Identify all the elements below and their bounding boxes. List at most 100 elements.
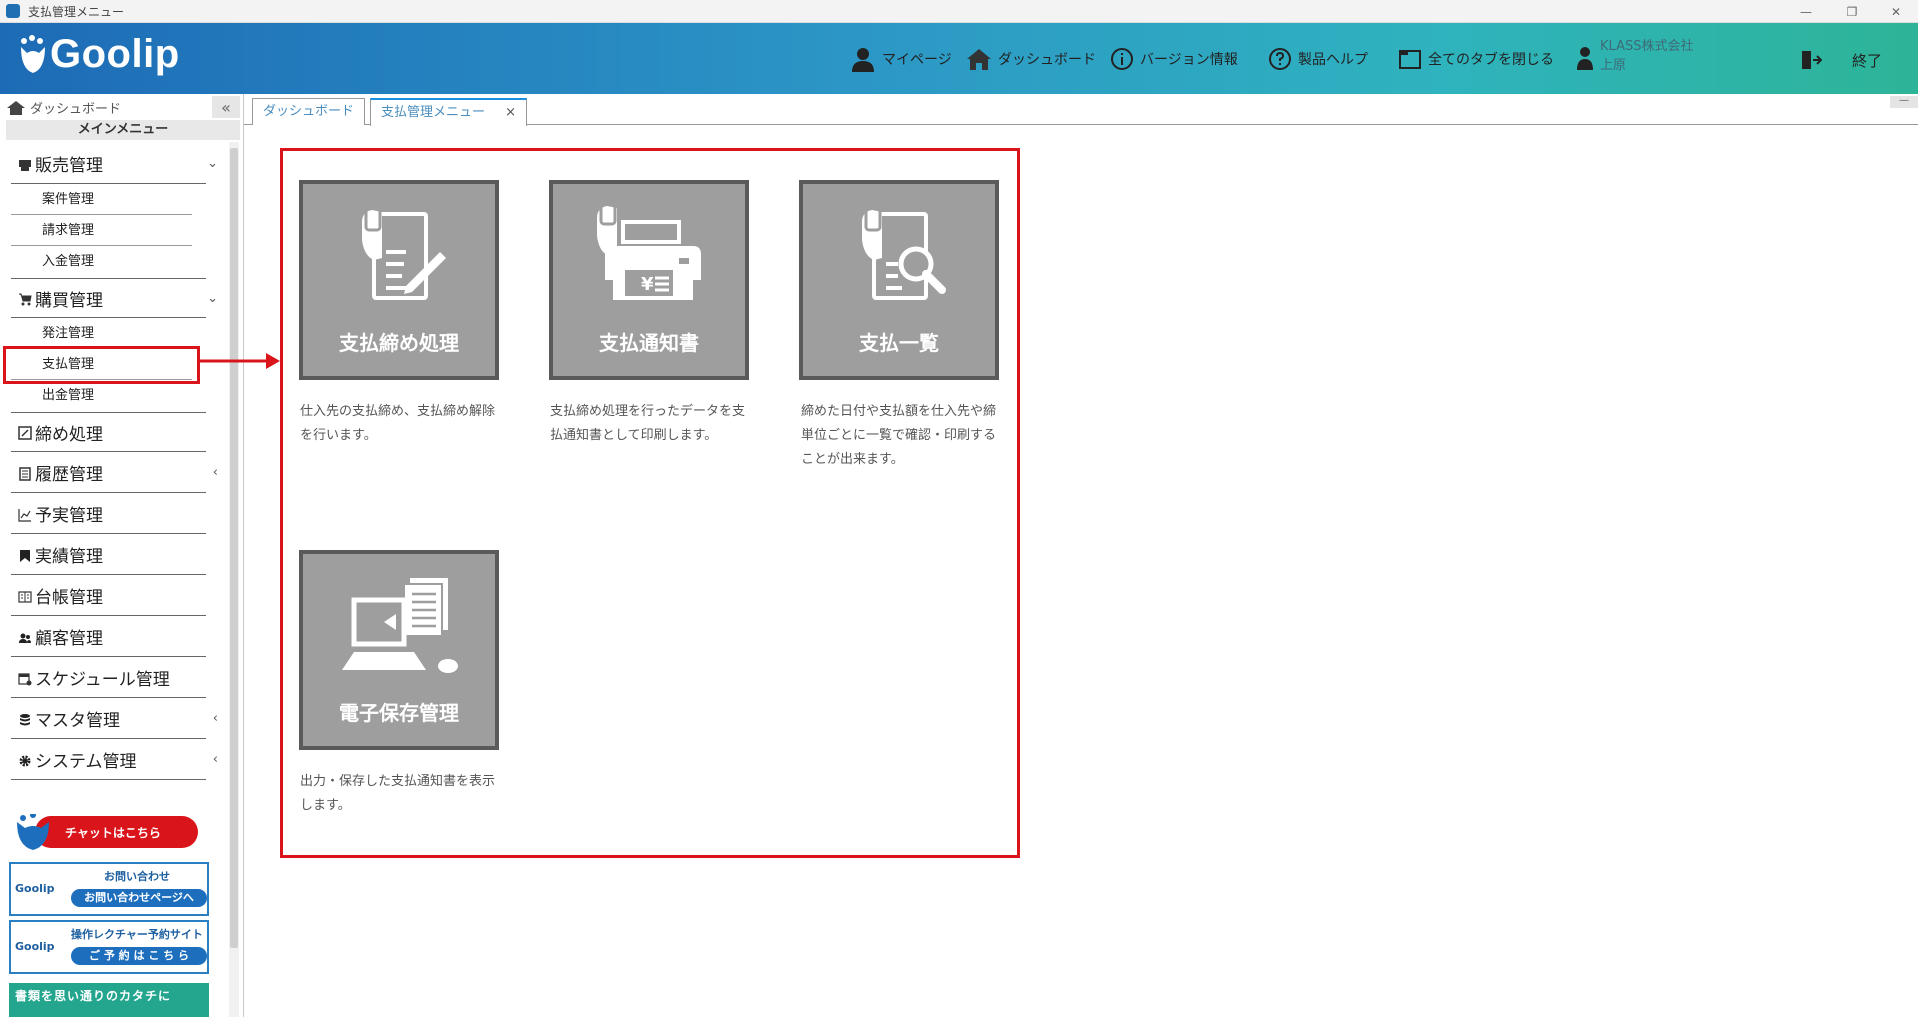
tab-dashboard-label: ダッシュボード bbox=[263, 104, 355, 119]
sidebar-item-project[interactable]: 案件管理 bbox=[11, 184, 192, 215]
sidebar-group-customer[interactable]: 顧客管理 bbox=[11, 617, 206, 657]
tab-dashboard[interactable]: ダッシュボード bbox=[252, 98, 366, 125]
design-banner-text: 書類を思い通りのカタチに bbox=[15, 989, 172, 1003]
tab-payment-menu-label: 支払管理メニュー bbox=[381, 105, 486, 120]
tile-description: 締めた日付や支払額を仕入先や締単位ごとに一覧で確認・印刷することが出来ます。 bbox=[801, 404, 997, 467]
tab-close-icon[interactable]: × bbox=[505, 105, 516, 120]
cart-icon bbox=[18, 291, 32, 306]
tile-description: 仕入先の支払締め、支払締め解除を行います。 bbox=[300, 404, 496, 443]
tile-label: 支払一覧 bbox=[859, 331, 939, 355]
sidebar-group-purchase[interactable]: 購買管理 ⌄ bbox=[11, 278, 218, 318]
sidebar-group-label: 顧客管理 bbox=[35, 629, 103, 649]
exit-label: 終了 bbox=[1852, 51, 1883, 70]
gear-icon bbox=[18, 753, 32, 767]
help-icon bbox=[1269, 48, 1291, 70]
account-icon bbox=[1577, 47, 1593, 70]
nav-mypage[interactable]: マイページ bbox=[850, 43, 952, 75]
window-close-button[interactable]: ✕ bbox=[1874, 0, 1918, 23]
sidebar-group-label: システム管理 bbox=[35, 752, 137, 772]
chart-icon bbox=[18, 507, 32, 522]
nav-help[interactable]: 製品ヘルプ bbox=[1268, 43, 1368, 75]
window-titlebar: 支払管理メニュー — ❐ ✕ bbox=[0, 0, 1918, 23]
sidebar-item-withdrawal[interactable]: 出金管理 bbox=[11, 380, 192, 411]
restore-button[interactable]: ❐ bbox=[1830, 0, 1874, 23]
sidebar-group-budget[interactable]: 予実管理 bbox=[11, 494, 206, 534]
tile-description: 支払締め処理を行ったデータを支払通知書として印刷します。 bbox=[550, 404, 746, 443]
logo-flower-icon bbox=[18, 34, 48, 75]
home-icon bbox=[7, 100, 25, 115]
contact-banner-logo: Goolip bbox=[15, 882, 55, 895]
design-banner[interactable]: 書類を思い通りのカタチに bbox=[9, 983, 209, 1017]
chevron-left-icon: ‹ bbox=[212, 465, 218, 480]
sidebar-group-system[interactable]: システム管理 ‹ bbox=[11, 740, 218, 780]
bookmark-icon bbox=[18, 548, 32, 562]
user-name: 上原 bbox=[1600, 58, 1627, 73]
chevron-down-icon: ⌄ bbox=[207, 156, 218, 171]
goolip-logo[interactable]: Goolip bbox=[18, 32, 180, 77]
main-menu-heading: メインメニュー bbox=[6, 120, 240, 140]
account-info: KLASS株式会社 上原 bbox=[1600, 37, 1693, 75]
lecture-banner[interactable]: Goolip 操作レクチャー予約サイト ご 予 約 は こ ち ら bbox=[9, 920, 209, 974]
lecture-banner-button: ご 予 約 は こ ち ら bbox=[71, 947, 207, 965]
tile-label: 支払通知書 bbox=[599, 331, 699, 355]
history-icon bbox=[18, 466, 32, 481]
window-title: 支払管理メニュー bbox=[28, 4, 125, 19]
nav-help-label: 製品ヘルプ bbox=[1298, 52, 1368, 68]
app-icon bbox=[6, 4, 20, 18]
nav-mypage-label: マイページ bbox=[882, 52, 952, 68]
sidebar-group-label: 購買管理 bbox=[35, 290, 103, 311]
minimize-button[interactable]: — bbox=[1784, 0, 1828, 23]
users-icon bbox=[18, 630, 32, 644]
chevron-left-icon: ‹ bbox=[212, 711, 218, 726]
sidebar-item-order[interactable]: 発注管理 bbox=[11, 318, 192, 349]
sidebar-group-label: 締め処理 bbox=[35, 424, 103, 445]
tile-payment-notice[interactable]: ¥ 支払通知書 bbox=[549, 180, 749, 380]
sidebar-group-closing[interactable]: 締め処理 bbox=[11, 412, 206, 452]
nav-close-all-label: 全てのタブを閉じる bbox=[1428, 52, 1554, 68]
tile-label: 電子保存管理 bbox=[339, 701, 459, 725]
nav-version-label: バージョン情報 bbox=[1140, 52, 1238, 68]
sidebar-scrollbar-thumb[interactable] bbox=[230, 148, 238, 948]
contact-banner[interactable]: Goolip お問い合わせ お問い合わせページへ bbox=[9, 862, 209, 916]
sidebar-group-sales[interactable]: 販売管理 ⌄ bbox=[11, 144, 218, 184]
chevron-down-icon: ⌄ bbox=[207, 290, 218, 306]
sidebar: ダッシュボード « メインメニュー 販売管理 ⌄ 案件管理 請求管理 入金管理 … bbox=[0, 94, 244, 1017]
edit-icon bbox=[18, 425, 32, 440]
payment-notice-icon: ¥ bbox=[597, 200, 701, 300]
info-icon bbox=[1111, 48, 1133, 70]
nav-dashboard[interactable]: ダッシュボード bbox=[966, 43, 1096, 75]
home-icon bbox=[967, 49, 991, 70]
chat-banner[interactable]: チャットはこちら bbox=[15, 812, 200, 850]
lecture-banner-logo: Goolip bbox=[15, 940, 55, 953]
tab-bar: ダッシュボード 支払管理メニュー × — bbox=[244, 94, 1918, 126]
sidebar-dashboard-link[interactable]: ダッシュボード bbox=[6, 98, 121, 117]
calendar-icon bbox=[18, 671, 32, 685]
svg-text:¥: ¥ bbox=[641, 274, 654, 295]
sidebar-collapse-button[interactable]: « bbox=[212, 96, 240, 118]
panel-minimize-button[interactable]: — bbox=[1890, 96, 1918, 108]
sidebar-group-history[interactable]: 履歴管理 ‹ bbox=[11, 453, 218, 493]
nav-close-all-tabs[interactable]: 全てのタブを閉じる bbox=[1398, 43, 1554, 75]
sidebar-group-label: マスタ管理 bbox=[35, 711, 120, 731]
sidebar-group-label: 台帳管理 bbox=[35, 588, 103, 608]
tile-payment-closing[interactable]: 支払締め処理 bbox=[299, 180, 499, 380]
sidebar-group-results[interactable]: 実績管理 bbox=[11, 535, 206, 575]
register-icon bbox=[18, 157, 32, 171]
sidebar-item-receipt[interactable]: 入金管理 bbox=[11, 246, 192, 277]
tab-payment-menu[interactable]: 支払管理メニュー × bbox=[370, 98, 528, 126]
tile-description: 出力・保存した支払通知書を表示します。 bbox=[300, 774, 496, 813]
sidebar-group-label: 販売管理 bbox=[35, 156, 103, 176]
sidebar-group-schedule[interactable]: スケジュール管理 bbox=[11, 658, 206, 698]
sidebar-item-billing[interactable]: 請求管理 bbox=[11, 215, 192, 246]
sidebar-group-master[interactable]: マスタ管理 ‹ bbox=[11, 699, 218, 739]
sidebar-dashboard-label: ダッシュボード bbox=[30, 102, 122, 117]
sidebar-group-ledger[interactable]: 台帳管理 bbox=[11, 576, 206, 616]
nav-version[interactable]: バージョン情報 bbox=[1110, 43, 1238, 75]
app-header: Goolip マイページ ダッシュボード バージョン情報 製品ヘルプ 全てのタブ… bbox=[0, 23, 1918, 94]
tile-electronic-storage[interactable]: 電子保存管理 bbox=[299, 550, 499, 750]
tile-payment-list[interactable]: 支払一覧 bbox=[799, 180, 999, 380]
contact-banner-button: お問い合わせページへ bbox=[71, 889, 207, 907]
user-icon bbox=[852, 48, 874, 72]
chat-banner-label: チャットはこちら bbox=[65, 826, 161, 840]
exit-button[interactable]: 終了 bbox=[1800, 49, 1882, 71]
